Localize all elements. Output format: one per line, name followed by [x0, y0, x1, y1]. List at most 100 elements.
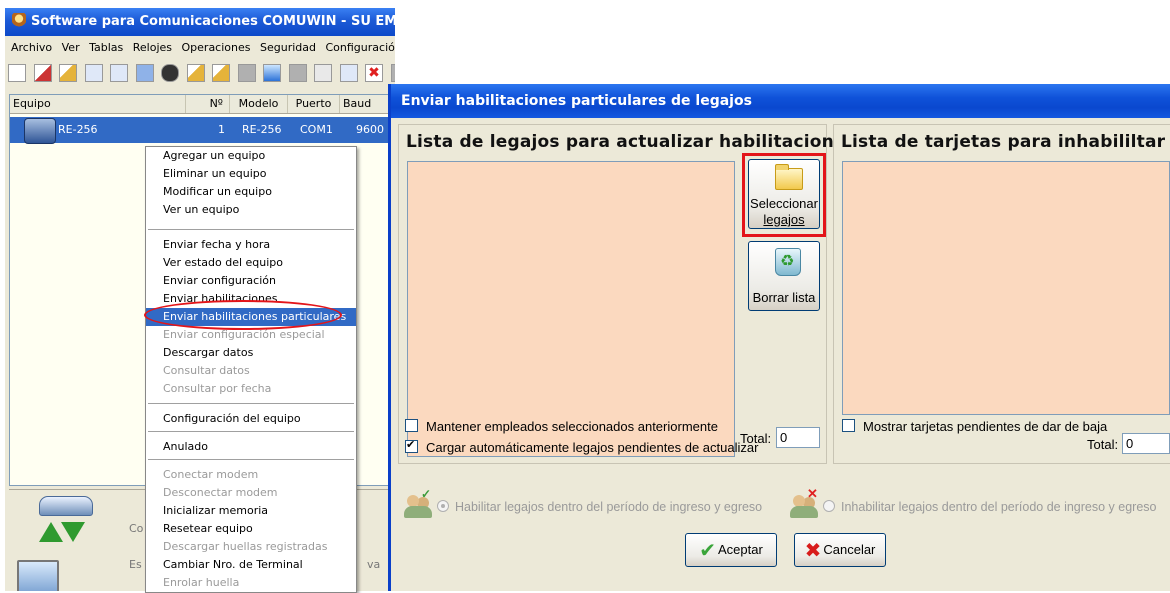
- clock-icon[interactable]: [237, 64, 256, 82]
- menu-item-consultar-por-fecha[interactable]: Consultar por fecha: [146, 380, 356, 398]
- disable-users-icon: ✕: [789, 486, 819, 519]
- main-window-title: Software para Comunicaciones COMUWIN - S…: [31, 14, 395, 29]
- search-user-icon[interactable]: [186, 64, 205, 82]
- new-document-icon[interactable]: [8, 64, 26, 82]
- device-list-header: Equipo Nº Modelo Puerto Baud: [10, 95, 395, 114]
- recycle-bin-icon: [775, 248, 801, 276]
- menu-relojes[interactable]: Relojes: [133, 41, 172, 54]
- menu-separator: [148, 431, 354, 432]
- device-icon[interactable]: [135, 64, 154, 82]
- menu-item-configuracion-equipo[interactable]: Configuración del equipo: [146, 410, 356, 428]
- menu-item-enviar-habilitaciones[interactable]: Enviar habilitaciones: [146, 290, 356, 308]
- cancel-button[interactable]: ✖ Cancelar: [794, 533, 886, 567]
- enable-users-icon: ✓: [403, 487, 433, 519]
- device-model: RE-256: [242, 123, 282, 136]
- legajos-group: Lista de legajos para actualizar habilit…: [398, 124, 856, 464]
- image-icon[interactable]: [263, 64, 281, 82]
- menu-operaciones[interactable]: Operaciones: [182, 41, 251, 54]
- menu-item-ver-equipo[interactable]: Ver un equipo: [146, 201, 356, 219]
- eraser-icon[interactable]: [33, 64, 52, 82]
- menu-item-consultar-datos[interactable]: Consultar datos: [146, 362, 356, 380]
- menu-item-eliminar-equipo[interactable]: Eliminar un equipo: [146, 165, 356, 183]
- column-puerto[interactable]: Puerto: [288, 95, 340, 113]
- select-legajos-label-1: Seleccionar: [750, 196, 818, 211]
- dialog-window: Enviar habilitaciones particulares de le…: [388, 84, 1170, 591]
- menu-ver[interactable]: Ver: [62, 41, 80, 54]
- device-name: RE-256: [58, 123, 98, 136]
- menu-item-anulado[interactable]: Anulado: [146, 438, 356, 456]
- clear-list-button[interactable]: Borrar lista: [748, 241, 820, 311]
- disk-icon[interactable]: [161, 64, 179, 82]
- menu-item-ver-estado[interactable]: Ver estado del equipo: [146, 254, 356, 272]
- connection-label: Co: [129, 522, 144, 535]
- device-row[interactable]: RE-256 1 RE-256 COM1 9600: [10, 117, 395, 144]
- column-baud[interactable]: Baud: [340, 95, 395, 113]
- menu-item-enviar-fecha-hora[interactable]: Enviar fecha y hora: [146, 236, 356, 254]
- view-document-icon[interactable]: [84, 64, 103, 82]
- menu-item-enviar-habilitaciones-particulares[interactable]: Enviar habilitaciones particulares: [146, 308, 356, 326]
- select-legajos-label-2: legajos: [763, 212, 805, 227]
- modem-icon: [39, 496, 93, 516]
- legajos-total-field[interactable]: 0: [776, 427, 820, 448]
- pencil-icon[interactable]: [59, 64, 77, 82]
- delete-icon[interactable]: ✖: [365, 64, 383, 82]
- menu-separator: [148, 403, 354, 404]
- menu-item-conectar-modem[interactable]: Conectar modem: [146, 466, 356, 484]
- accept-button[interactable]: ✔ Aceptar: [685, 533, 777, 567]
- users-icon[interactable]: [212, 64, 230, 82]
- menu-item-enviar-configuracion[interactable]: Enviar configuración: [146, 272, 356, 290]
- grid-icon[interactable]: [314, 64, 332, 82]
- column-equipo[interactable]: Equipo: [10, 95, 186, 113]
- legajos-listbox[interactable]: [407, 161, 735, 457]
- column-numero[interactable]: Nº: [186, 95, 230, 113]
- clear-list-label: Borrar lista: [752, 290, 816, 305]
- pending-cards-checkbox-row[interactable]: Mostrar tarjetas pendientes de dar de ba…: [842, 419, 1107, 434]
- monitor-icon: [17, 560, 59, 591]
- menu-tablas[interactable]: Tablas: [89, 41, 123, 54]
- enable-option-label: Habilitar legajos dentro del período de …: [455, 500, 763, 514]
- enable-option-row[interactable]: ✓ Habilitar legajos dentro del período de…: [403, 487, 763, 519]
- autoload-checkbox-row[interactable]: Cargar automáticamente legajos pendiente…: [405, 438, 758, 455]
- select-legajos-button[interactable]: Seleccionar legajos: [748, 159, 820, 229]
- menu-item-resetear-equipo[interactable]: Resetear equipo: [146, 520, 356, 538]
- tarjetas-total-field[interactable]: 0: [1122, 433, 1170, 454]
- keep-selected-checkbox[interactable]: [405, 419, 418, 432]
- menu-item-desconectar-modem[interactable]: Desconectar modem: [146, 484, 356, 502]
- calendar-icon[interactable]: [110, 64, 128, 82]
- menu-item-descargar-huellas[interactable]: Descargar huellas registradas: [146, 538, 356, 556]
- pending-cards-label: Mostrar tarjetas pendientes de dar de ba…: [863, 419, 1108, 434]
- menu-item-cambiar-nro-terminal[interactable]: Cambiar Nro. de Terminal: [146, 556, 356, 574]
- app-icon: [12, 13, 26, 27]
- autoload-checkbox[interactable]: [405, 438, 418, 453]
- menu-configuracion[interactable]: Configuración: [326, 41, 396, 54]
- menu-item-enrolar-huella[interactable]: Enrolar huella: [146, 574, 356, 592]
- keep-selected-checkbox-row[interactable]: Mantener empleados seleccionados anterio…: [405, 419, 718, 434]
- pending-cards-checkbox[interactable]: [842, 419, 855, 432]
- menu-item-enviar-configuracion-especial[interactable]: Enviar configuración especial: [146, 326, 356, 344]
- accept-label: Aceptar: [717, 542, 763, 557]
- menu-item-inicializar-memoria[interactable]: Inicializar memoria: [146, 502, 356, 520]
- more-icon[interactable]: [390, 64, 395, 82]
- status-label: Es: [129, 558, 142, 571]
- panel-icon[interactable]: [288, 64, 307, 82]
- menu-bar: Archivo Ver Tablas Relojes Operaciones S…: [5, 38, 395, 58]
- column-modelo[interactable]: Modelo: [230, 95, 288, 113]
- tarjetas-total-label: Total:: [1087, 437, 1119, 452]
- menu-archivo[interactable]: Archivo: [11, 41, 52, 54]
- menu-item-descargar-datos[interactable]: Descargar datos: [146, 344, 356, 362]
- menu-separator: [148, 459, 354, 460]
- legajos-group-title: Lista de legajos para actualizar habilit…: [406, 132, 856, 152]
- keep-selected-label: Mantener empleados seleccionados anterio…: [426, 419, 718, 434]
- menu-item-agregar-equipo[interactable]: Agregar un equipo: [146, 147, 356, 165]
- device-port: COM1: [300, 123, 333, 136]
- tarjetas-group: Lista de tarjetas para inhabililtar Most…: [833, 124, 1170, 464]
- menu-seguridad[interactable]: Seguridad: [260, 41, 316, 54]
- transfer-arrows-icon: [37, 518, 87, 546]
- disable-radio[interactable]: [823, 500, 835, 512]
- tarjetas-listbox[interactable]: [842, 161, 1170, 415]
- enable-radio[interactable]: [437, 500, 449, 512]
- tarjetas-group-title: Lista de tarjetas para inhabililtar: [841, 132, 1166, 152]
- edit-icon[interactable]: [339, 64, 358, 82]
- disable-option-row[interactable]: ✕ Inhabilitar legajos dentro del período …: [789, 486, 1157, 519]
- menu-item-modificar-equipo[interactable]: Modificar un equipo: [146, 183, 356, 201]
